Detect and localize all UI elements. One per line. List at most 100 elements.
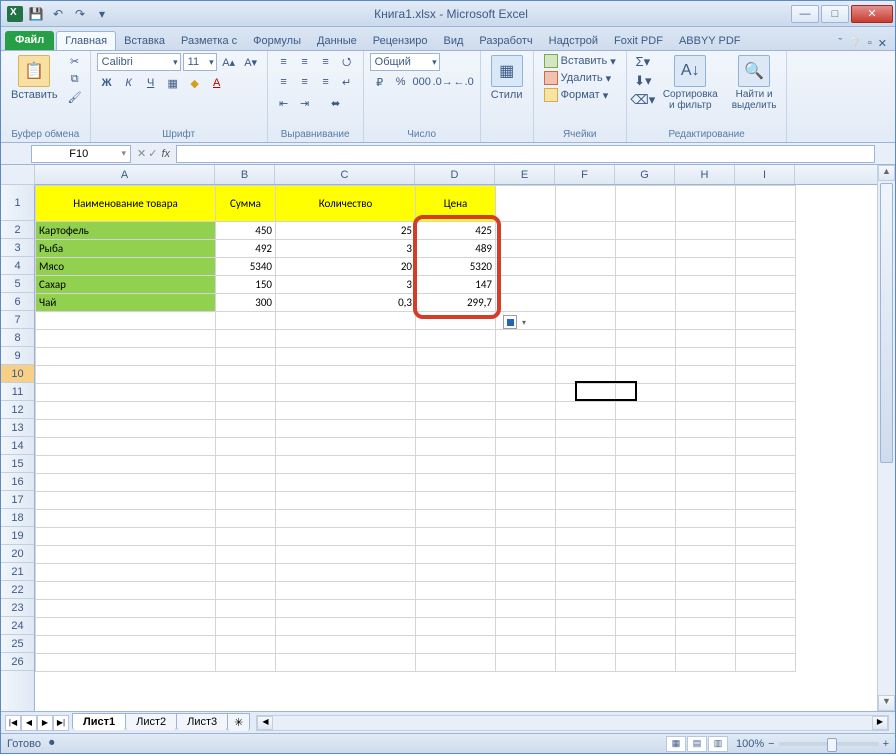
cell-F22[interactable] [556,582,616,600]
column-header-I[interactable]: I [735,165,795,184]
cell-I8[interactable] [736,330,796,348]
cell-C20[interactable] [276,546,416,564]
cell-A8[interactable] [36,330,216,348]
column-header-E[interactable]: E [495,165,555,184]
vertical-scroll-thumb[interactable] [880,183,893,463]
cell-B5[interactable]: 150 [216,276,276,294]
cell-G22[interactable] [616,582,676,600]
cell-C22[interactable] [276,582,416,600]
cell-A7[interactable] [36,312,216,330]
cell-D23[interactable] [416,600,496,618]
cell-E24[interactable] [496,618,556,636]
grid[interactable]: Наименование товараСуммаКоличествоЦенаКа… [35,185,877,711]
cell-H8[interactable] [676,330,736,348]
cut-button[interactable]: ✂ [66,53,84,69]
cell-I20[interactable] [736,546,796,564]
cell-B21[interactable] [216,564,276,582]
cell-D1[interactable]: Цена [416,186,496,222]
cell-A17[interactable] [36,492,216,510]
cell-A13[interactable] [36,420,216,438]
cell-F24[interactable] [556,618,616,636]
cell-C1[interactable]: Количество [276,186,416,222]
tab-developer[interactable]: Разработч [471,32,540,50]
doc-restore-icon[interactable]: ▫ [868,37,872,50]
cell-A5[interactable]: Сахар [36,276,216,294]
cell-B12[interactable] [216,402,276,420]
cell-F4[interactable] [556,258,616,276]
close-button[interactable]: ✕ [851,5,893,23]
cell-D2[interactable]: 425 [416,222,496,240]
cell-D20[interactable] [416,546,496,564]
page-break-view-button[interactable]: ▥ [708,736,728,752]
cell-E10[interactable] [496,366,556,384]
cell-G21[interactable] [616,564,676,582]
cell-E5[interactable] [496,276,556,294]
cell-B7[interactable] [216,312,276,330]
cell-D24[interactable] [416,618,496,636]
cell-C6[interactable]: 0,3 [276,294,416,312]
first-sheet-button[interactable]: |◀ [5,715,21,731]
cell-F17[interactable] [556,492,616,510]
cell-G8[interactable] [616,330,676,348]
cell-G26[interactable] [616,654,676,672]
help-icon[interactable]: ❔ [848,37,862,50]
cell-E14[interactable] [496,438,556,456]
cell-I19[interactable] [736,528,796,546]
cell-C24[interactable] [276,618,416,636]
cell-A24[interactable] [36,618,216,636]
zoom-out-button[interactable]: − [768,738,774,750]
cell-C4[interactable]: 20 [276,258,416,276]
cell-E19[interactable] [496,528,556,546]
underline-button[interactable]: Ч [141,74,161,92]
format-cells-button[interactable]: Формат▾ [540,87,620,103]
cell-A21[interactable] [36,564,216,582]
cell-E21[interactable] [496,564,556,582]
align-top-button[interactable]: ≡ [274,53,294,71]
tab-data[interactable]: Данные [309,32,365,50]
tab-abbyy[interactable]: ABBYY PDF [671,32,749,50]
cell-H16[interactable] [676,474,736,492]
cell-G15[interactable] [616,456,676,474]
cell-G23[interactable] [616,600,676,618]
cell-F21[interactable] [556,564,616,582]
maximize-button[interactable]: □ [821,5,849,23]
shrink-font-button[interactable]: A▾ [241,53,261,71]
cell-B25[interactable] [216,636,276,654]
cell-G11[interactable] [616,384,676,402]
cell-C15[interactable] [276,456,416,474]
cell-I2[interactable] [736,222,796,240]
cell-I1[interactable] [736,186,796,222]
cell-H9[interactable] [676,348,736,366]
cell-B2[interactable]: 450 [216,222,276,240]
cell-A3[interactable]: Рыба [36,240,216,258]
column-header-G[interactable]: G [615,165,675,184]
cell-I16[interactable] [736,474,796,492]
cell-F9[interactable] [556,348,616,366]
qat-redo-button[interactable]: ↷ [71,5,89,23]
cell-I25[interactable] [736,636,796,654]
cell-B23[interactable] [216,600,276,618]
cell-I7[interactable] [736,312,796,330]
autosum-button[interactable]: Σ▾ [633,53,653,71]
format-painter-button[interactable]: 🖌 [66,89,84,105]
cell-D10[interactable] [416,366,496,384]
decrease-decimal-button[interactable]: ←.0 [454,73,474,91]
cell-I23[interactable] [736,600,796,618]
cell-D22[interactable] [416,582,496,600]
row-header-10[interactable]: 10 [1,365,34,383]
cell-E22[interactable] [496,582,556,600]
row-header-1[interactable]: 1 [1,185,34,221]
row-header-23[interactable]: 23 [1,599,34,617]
cell-I22[interactable] [736,582,796,600]
cell-D18[interactable] [416,510,496,528]
increase-indent-button[interactable]: ⇥ [295,94,315,112]
cell-G19[interactable] [616,528,676,546]
row-header-4[interactable]: 4 [1,257,34,275]
scroll-down-button[interactable]: ▼ [878,695,895,711]
sheet-tab-3[interactable]: Лист3 [176,713,228,730]
cell-H15[interactable] [676,456,736,474]
ribbon-minimize-icon[interactable]: ˇ [839,37,843,50]
tab-foxit[interactable]: Foxit PDF [606,32,671,50]
cell-G24[interactable] [616,618,676,636]
align-middle-button[interactable]: ≡ [295,53,315,71]
